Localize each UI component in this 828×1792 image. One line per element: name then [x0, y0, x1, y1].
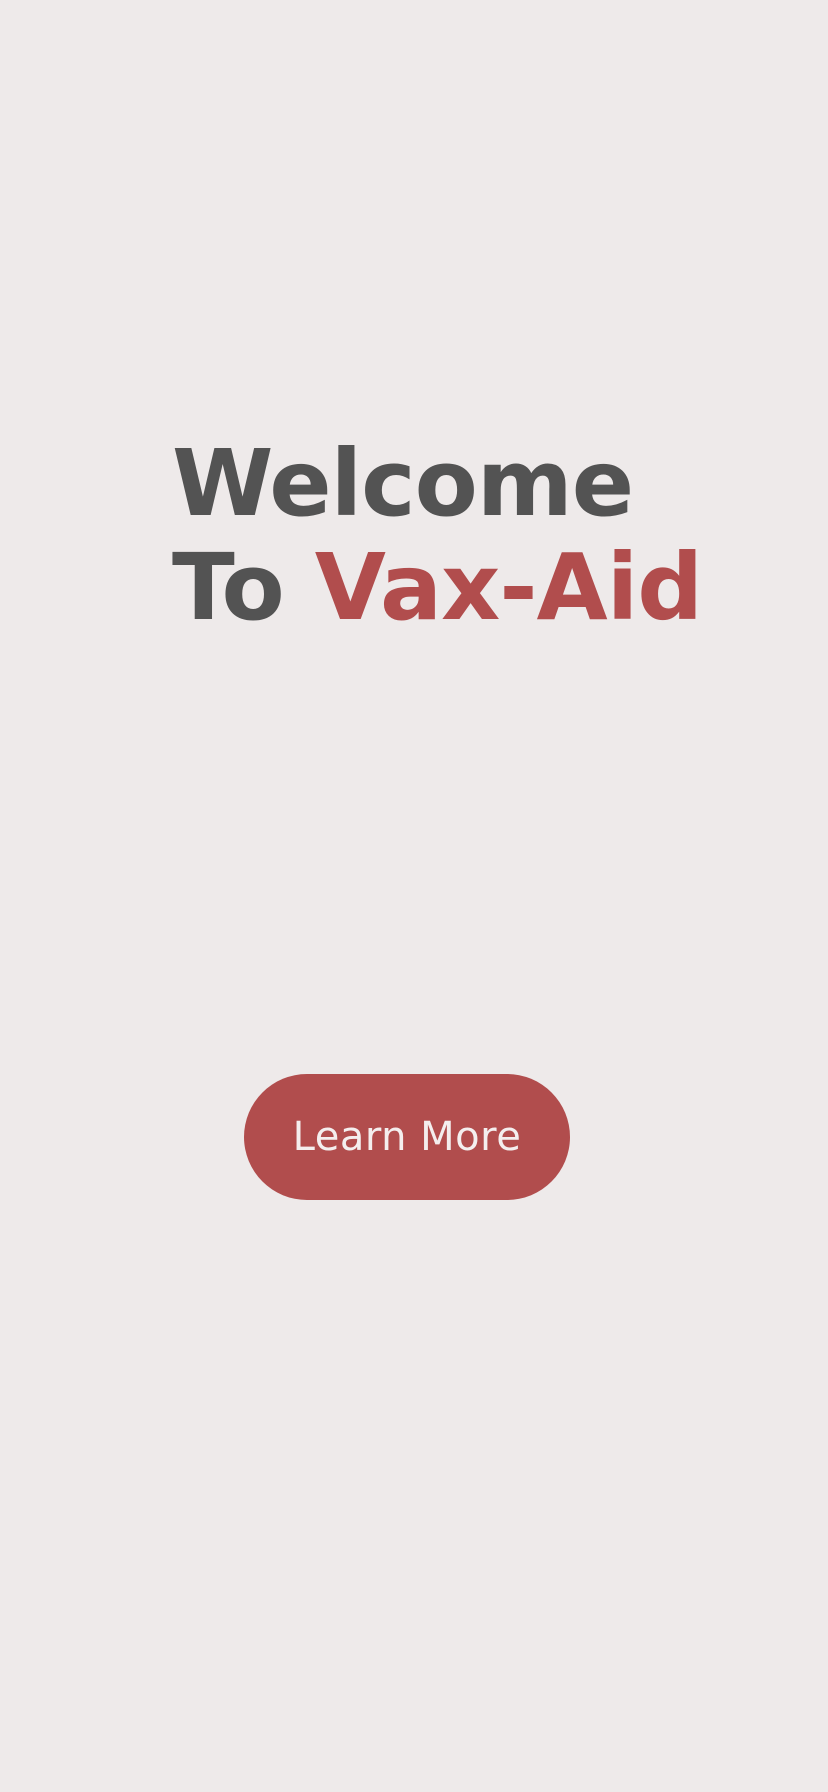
headline-line-welcome: Welcome [172, 430, 634, 537]
learn-more-button[interactable]: Learn More [244, 1074, 570, 1200]
welcome-screen: Welcome To Vax-Aid Learn More [0, 0, 828, 1792]
welcome-headline: Welcome To Vax-Aid [172, 430, 703, 641]
headline-line-brand: To Vax-Aid [172, 534, 703, 641]
headline-to-text: To [172, 534, 285, 641]
brand-name: Vax-Aid [314, 534, 703, 641]
